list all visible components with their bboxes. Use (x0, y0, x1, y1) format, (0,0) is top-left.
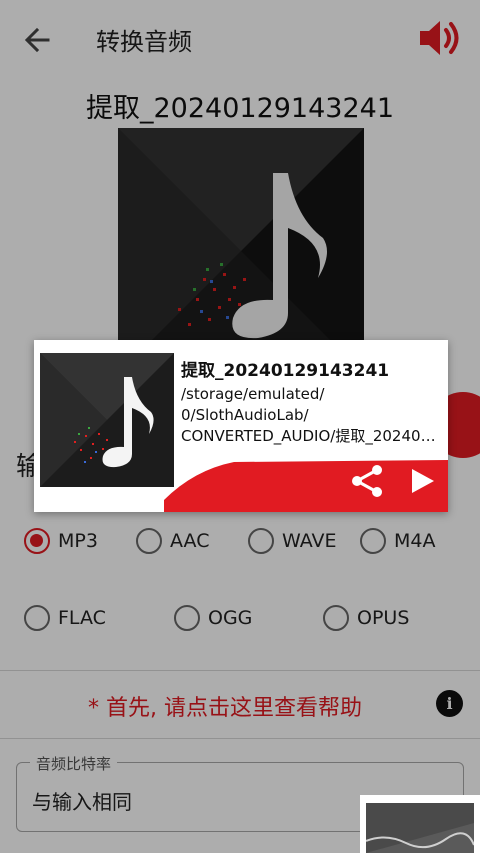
popup-file-title: 提取_20240129143241 (181, 361, 390, 381)
path-line: 0/SlothAudioLab/ (181, 406, 309, 424)
path-line: CONVERTED_AUDIO/提取_20240129143241 (181, 427, 443, 445)
popup-thumbnail (40, 353, 174, 487)
share-button[interactable] (350, 464, 384, 498)
play-button[interactable] (410, 467, 436, 495)
share-icon (352, 465, 382, 497)
popup-file-path: /storage/emulated/ 0/SlothAudioLab/ CONV… (181, 384, 443, 447)
path-line: /storage/emulated/ (181, 385, 325, 403)
floating-preview[interactable] (360, 795, 480, 853)
conversion-result-popup: 提取_20240129143241 /storage/emulated/ 0/S… (34, 340, 448, 512)
play-icon (412, 469, 434, 493)
floating-preview-thumbnail (366, 803, 474, 853)
convert-audio-screen: 转换音频 提取_20240129143241 输 MP3 AAC WAVE M4… (0, 0, 480, 853)
